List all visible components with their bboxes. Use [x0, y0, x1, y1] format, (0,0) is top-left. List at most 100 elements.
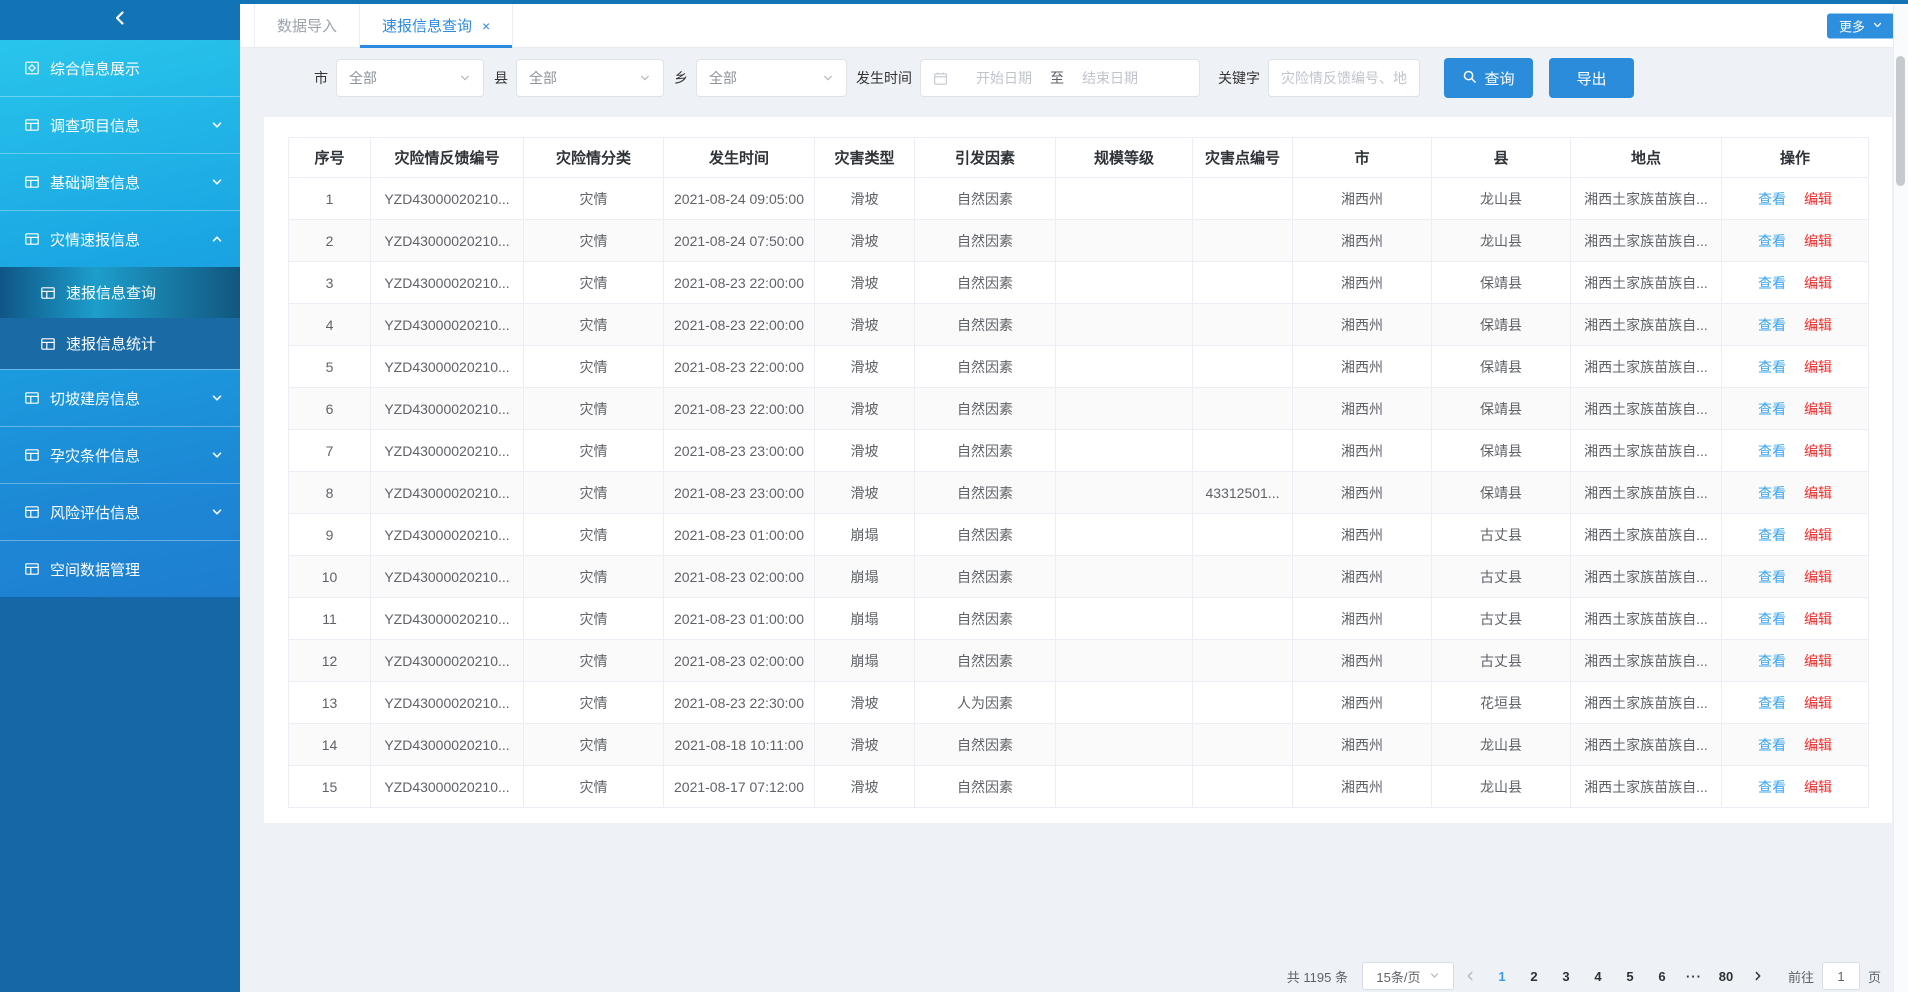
- county-filter-label: 县: [494, 68, 508, 88]
- sidebar-item-0[interactable]: 综合信息展示: [0, 40, 240, 96]
- view-link[interactable]: 查看: [1758, 401, 1786, 417]
- view-link[interactable]: 查看: [1758, 359, 1786, 375]
- view-link[interactable]: 查看: [1758, 191, 1786, 207]
- column-header: 发生时间: [664, 138, 815, 178]
- edit-link[interactable]: 编辑: [1804, 317, 1832, 333]
- prev-page-button[interactable]: [1454, 970, 1486, 982]
- cell-scale: [1056, 304, 1193, 346]
- calendar-icon: [933, 71, 948, 86]
- edit-link[interactable]: 编辑: [1804, 233, 1832, 249]
- cell-time: 2021-08-24 09:05:00: [664, 178, 815, 220]
- view-link[interactable]: 查看: [1758, 695, 1786, 711]
- date-range-picker[interactable]: 开始日期 至 结束日期: [920, 59, 1200, 97]
- sidebar-item-2[interactable]: 基础调查信息: [0, 153, 240, 210]
- edit-link[interactable]: 编辑: [1804, 779, 1832, 795]
- close-icon[interactable]: ×: [482, 19, 490, 33]
- search-button[interactable]: 查询: [1444, 58, 1533, 98]
- goto-page-input[interactable]: [1822, 962, 1860, 990]
- sidebar-item-1[interactable]: 调查项目信息: [0, 96, 240, 153]
- cell-actions: 查看 编辑: [1722, 598, 1869, 640]
- city-select[interactable]: 全部: [336, 59, 484, 97]
- sidebar-item-7[interactable]: 孕灾条件信息: [0, 426, 240, 483]
- page-6[interactable]: 6: [1646, 969, 1678, 984]
- scrollbar-thumb[interactable]: [1896, 56, 1905, 186]
- column-header: 县: [1432, 138, 1571, 178]
- chevron-down-icon: [459, 72, 471, 84]
- view-link[interactable]: 查看: [1758, 737, 1786, 753]
- page-2[interactable]: 2: [1518, 969, 1550, 984]
- cell-code: YZD43000020210...: [371, 556, 524, 598]
- more-button[interactable]: 更多: [1827, 13, 1895, 38]
- sidebar-item-9[interactable]: 空间数据管理: [0, 540, 240, 597]
- cell-no: 4: [289, 304, 371, 346]
- tab-0[interactable]: 数据导入: [254, 4, 360, 47]
- edit-link[interactable]: 编辑: [1804, 695, 1832, 711]
- cell-factor: 自然因素: [915, 304, 1056, 346]
- edit-link[interactable]: 编辑: [1804, 275, 1832, 291]
- search-button-label: 查询: [1484, 68, 1514, 89]
- column-header: 灾险情分类: [524, 138, 664, 178]
- page-ellipsis[interactable]: ···: [1678, 969, 1710, 984]
- table-icon: [24, 174, 40, 190]
- cell-category: 灾情: [524, 178, 664, 220]
- cell-scale: [1056, 640, 1193, 682]
- sidebar-item-label: 风险评估信息: [50, 502, 140, 523]
- view-link[interactable]: 查看: [1758, 653, 1786, 669]
- edit-link[interactable]: 编辑: [1804, 569, 1832, 585]
- cell-code: YZD43000020210...: [371, 262, 524, 304]
- cell-category: 灾情: [524, 472, 664, 514]
- cell-actions: 查看 编辑: [1722, 640, 1869, 682]
- edit-link[interactable]: 编辑: [1804, 527, 1832, 543]
- cell-scale: [1056, 556, 1193, 598]
- sidebar-item-3[interactable]: 灾情速报信息: [0, 210, 240, 267]
- town-select[interactable]: 全部: [696, 59, 847, 97]
- view-link[interactable]: 查看: [1758, 233, 1786, 249]
- view-link[interactable]: 查看: [1758, 779, 1786, 795]
- sidebar-collapse-button[interactable]: [0, 0, 240, 40]
- view-link[interactable]: 查看: [1758, 527, 1786, 543]
- cell-location: 湘西土家族苗族自...: [1571, 220, 1722, 262]
- edit-link[interactable]: 编辑: [1804, 653, 1832, 669]
- view-link[interactable]: 查看: [1758, 569, 1786, 585]
- view-link[interactable]: 查看: [1758, 275, 1786, 291]
- county-select[interactable]: 全部: [516, 59, 664, 97]
- sidebar-item-4[interactable]: 速报信息查询: [0, 267, 240, 318]
- edit-link[interactable]: 编辑: [1804, 359, 1832, 375]
- page-80[interactable]: 80: [1710, 969, 1742, 984]
- view-link[interactable]: 查看: [1758, 611, 1786, 627]
- keyword-input[interactable]: [1268, 59, 1420, 97]
- cell-type: 滑坡: [815, 346, 915, 388]
- edit-link[interactable]: 编辑: [1804, 485, 1832, 501]
- sidebar-item-5[interactable]: 速报信息统计: [0, 318, 240, 369]
- cell-type: 滑坡: [815, 220, 915, 262]
- page-size-select[interactable]: 15条/页: [1362, 962, 1454, 990]
- cell-category: 灾情: [524, 514, 664, 556]
- cell-point_code: [1193, 598, 1293, 640]
- page-scrollbar[interactable]: [1893, 4, 1908, 992]
- page-5[interactable]: 5: [1614, 969, 1646, 984]
- cell-location: 湘西土家族苗族自...: [1571, 304, 1722, 346]
- table-row: 8YZD43000020210...灾情2021-08-23 23:00:00滑…: [289, 472, 1869, 514]
- page-3[interactable]: 3: [1550, 969, 1582, 984]
- view-link[interactable]: 查看: [1758, 443, 1786, 459]
- export-button[interactable]: 导出: [1549, 58, 1634, 98]
- edit-link[interactable]: 编辑: [1804, 401, 1832, 417]
- view-link[interactable]: 查看: [1758, 317, 1786, 333]
- edit-link[interactable]: 编辑: [1804, 191, 1832, 207]
- edit-link[interactable]: 编辑: [1804, 611, 1832, 627]
- cell-code: YZD43000020210...: [371, 682, 524, 724]
- page-4[interactable]: 4: [1582, 969, 1614, 984]
- app-window: 综合信息展示调查项目信息基础调查信息灾情速报信息速报信息查询速报信息统计切坡建房…: [0, 0, 1908, 992]
- sidebar-item-6[interactable]: 切坡建房信息: [0, 369, 240, 426]
- view-link[interactable]: 查看: [1758, 485, 1786, 501]
- sidebar-item-8[interactable]: 风险评估信息: [0, 483, 240, 540]
- cell-code: YZD43000020210...: [371, 430, 524, 472]
- page-1[interactable]: 1: [1486, 969, 1518, 984]
- cell-no: 1: [289, 178, 371, 220]
- edit-link[interactable]: 编辑: [1804, 737, 1832, 753]
- tab-1[interactable]: 速报信息查询×: [360, 4, 513, 47]
- next-page-button[interactable]: [1742, 970, 1774, 982]
- cell-county: 龙山县: [1432, 766, 1571, 808]
- edit-link[interactable]: 编辑: [1804, 443, 1832, 459]
- cell-no: 9: [289, 514, 371, 556]
